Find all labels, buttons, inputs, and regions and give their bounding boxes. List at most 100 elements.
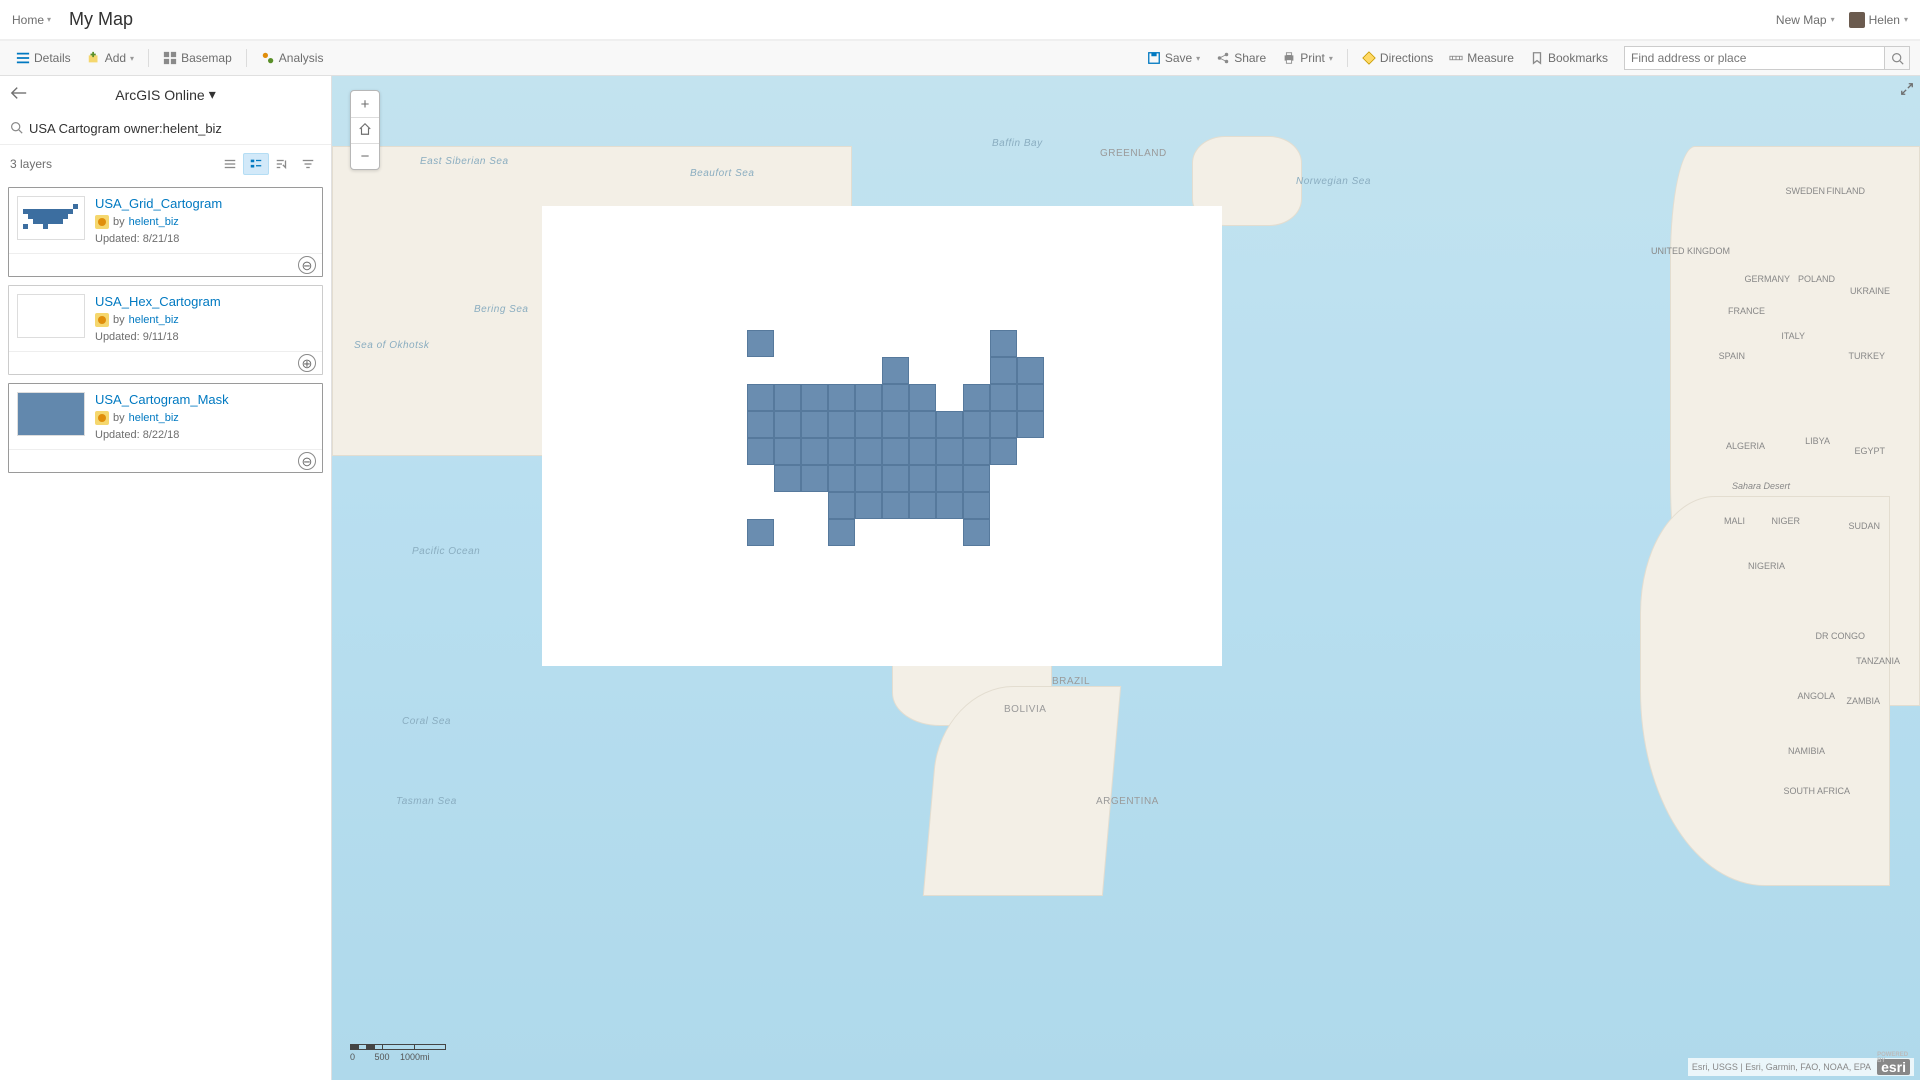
cartogram-cell[interactable] bbox=[801, 384, 828, 411]
cartogram-cell[interactable] bbox=[990, 384, 1017, 411]
cartogram-cell[interactable] bbox=[990, 438, 1017, 465]
cartogram-cell[interactable] bbox=[828, 438, 855, 465]
cartogram-cell[interactable] bbox=[909, 384, 936, 411]
cartogram-cell[interactable] bbox=[774, 438, 801, 465]
cartogram-cell[interactable] bbox=[1017, 384, 1044, 411]
user-menu[interactable]: Helen ▾ bbox=[1849, 12, 1908, 28]
result-title[interactable]: USA_Cartogram_Mask bbox=[95, 392, 314, 407]
cartogram-cell[interactable] bbox=[909, 438, 936, 465]
owner-link[interactable]: helent_biz bbox=[129, 216, 179, 228]
basemap-button[interactable]: Basemap bbox=[157, 48, 238, 68]
cartogram-cell[interactable] bbox=[855, 465, 882, 492]
save-button[interactable]: Save ▾ bbox=[1141, 48, 1206, 68]
share-button[interactable]: Share bbox=[1210, 48, 1272, 68]
result-title[interactable]: USA_Hex_Cartogram bbox=[95, 294, 314, 309]
panel-source-dropdown[interactable]: ArcGIS Online ▾ bbox=[115, 86, 216, 103]
cartogram-cell[interactable] bbox=[882, 492, 909, 519]
cartogram-cell[interactable] bbox=[909, 411, 936, 438]
address-search-input[interactable] bbox=[1624, 46, 1884, 70]
bookmarks-button[interactable]: Bookmarks bbox=[1524, 48, 1614, 68]
cartogram-cell[interactable] bbox=[963, 384, 990, 411]
cartogram-cell[interactable] bbox=[747, 384, 774, 411]
minus-icon: − bbox=[361, 148, 370, 165]
cartogram-cell[interactable] bbox=[963, 492, 990, 519]
default-extent-button[interactable] bbox=[351, 117, 379, 143]
print-label: Print bbox=[1300, 51, 1325, 65]
cartogram-cell[interactable] bbox=[909, 465, 936, 492]
cartogram-cell[interactable] bbox=[801, 411, 828, 438]
cartogram-cell[interactable] bbox=[747, 330, 774, 357]
cartogram-cell[interactable] bbox=[963, 519, 990, 546]
cartogram-cell[interactable] bbox=[801, 465, 828, 492]
add-layer-button[interactable]: ⊕ bbox=[298, 354, 316, 372]
result-card[interactable]: USA_Hex_Cartogramby helent_bizUpdated: 9… bbox=[8, 285, 323, 375]
cartogram-cell[interactable] bbox=[936, 465, 963, 492]
cartogram-cell[interactable] bbox=[882, 357, 909, 384]
new-map-dropdown[interactable]: New Map ▾ bbox=[1776, 13, 1835, 27]
cartogram-cell[interactable] bbox=[828, 492, 855, 519]
scale-bar: 0 500 1000mi bbox=[350, 1044, 446, 1062]
cartogram-cell[interactable] bbox=[936, 492, 963, 519]
remove-layer-button[interactable]: ⊖ bbox=[298, 256, 316, 274]
result-author: by helent_biz bbox=[95, 313, 314, 327]
cartogram-cell[interactable] bbox=[855, 384, 882, 411]
result-card[interactable]: USA_Cartogram_Maskby helent_bizUpdated: … bbox=[8, 383, 323, 473]
cartogram-cell[interactable] bbox=[963, 411, 990, 438]
expand-map-button[interactable] bbox=[1900, 82, 1914, 99]
address-search-button[interactable] bbox=[1884, 46, 1910, 70]
cartogram-cell[interactable] bbox=[828, 465, 855, 492]
result-card[interactable]: USA_Grid_Cartogramby helent_bizUpdated: … bbox=[8, 187, 323, 277]
cartogram-cell[interactable] bbox=[855, 411, 882, 438]
cartogram-cell[interactable] bbox=[747, 519, 774, 546]
result-title[interactable]: USA_Grid_Cartogram bbox=[95, 196, 314, 211]
back-arrow-icon[interactable] bbox=[10, 86, 28, 103]
cartogram-cell[interactable] bbox=[990, 357, 1017, 384]
owner-link[interactable]: helent_biz bbox=[129, 314, 179, 326]
cartogram-cell[interactable] bbox=[801, 438, 828, 465]
cartogram-cell[interactable] bbox=[828, 411, 855, 438]
cartogram-cell[interactable] bbox=[828, 519, 855, 546]
cartogram-cell[interactable] bbox=[774, 411, 801, 438]
filter-button[interactable] bbox=[295, 153, 321, 175]
map-canvas[interactable]: East Siberian Sea Beaufort Sea Baffin Ba… bbox=[332, 76, 1920, 1080]
panel-search-input[interactable] bbox=[29, 117, 321, 140]
owner-link[interactable]: helent_biz bbox=[129, 412, 179, 424]
cartogram-cell[interactable] bbox=[990, 411, 1017, 438]
cartogram-cell[interactable] bbox=[747, 438, 774, 465]
cartogram-cell[interactable] bbox=[1017, 357, 1044, 384]
cartogram-cell[interactable] bbox=[855, 438, 882, 465]
cartogram-cell[interactable] bbox=[882, 384, 909, 411]
cartogram-cell[interactable] bbox=[747, 411, 774, 438]
view-card-button[interactable] bbox=[243, 153, 269, 175]
cartogram-cell[interactable] bbox=[963, 465, 990, 492]
view-list-button[interactable] bbox=[217, 153, 243, 175]
country-label: SOUTH AFRICA bbox=[1783, 786, 1850, 796]
cartogram-cell[interactable] bbox=[990, 330, 1017, 357]
cartogram-cell[interactable] bbox=[909, 492, 936, 519]
cartogram-cell[interactable] bbox=[1017, 411, 1044, 438]
print-button[interactable]: Print ▾ bbox=[1276, 48, 1339, 68]
analysis-button[interactable]: Analysis bbox=[255, 48, 330, 68]
cartogram-cell[interactable] bbox=[882, 438, 909, 465]
cartogram-cell[interactable] bbox=[774, 384, 801, 411]
zoom-in-button[interactable]: + bbox=[351, 91, 379, 117]
cartogram-cell[interactable] bbox=[855, 492, 882, 519]
cartogram-cell[interactable] bbox=[882, 411, 909, 438]
cartogram-cell[interactable] bbox=[963, 438, 990, 465]
cartogram-cell[interactable] bbox=[774, 465, 801, 492]
cartogram-cell[interactable] bbox=[936, 411, 963, 438]
cartogram-cell[interactable] bbox=[936, 438, 963, 465]
details-button[interactable]: Details bbox=[10, 48, 77, 68]
cartogram-cell[interactable] bbox=[828, 384, 855, 411]
add-button[interactable]: Add ▾ bbox=[81, 48, 140, 68]
home-link[interactable]: Home ▾ bbox=[12, 13, 51, 27]
tick bbox=[382, 1044, 414, 1050]
zoom-out-button[interactable]: − bbox=[351, 143, 379, 169]
directions-button[interactable]: Directions bbox=[1356, 48, 1439, 68]
remove-layer-button[interactable]: ⊖ bbox=[298, 452, 316, 470]
region-label: ARGENTINA bbox=[1096, 796, 1159, 807]
sort-button[interactable] bbox=[269, 153, 295, 175]
measure-button[interactable]: Measure bbox=[1443, 48, 1520, 68]
country-label: ALGERIA bbox=[1726, 441, 1765, 451]
cartogram-cell[interactable] bbox=[882, 465, 909, 492]
